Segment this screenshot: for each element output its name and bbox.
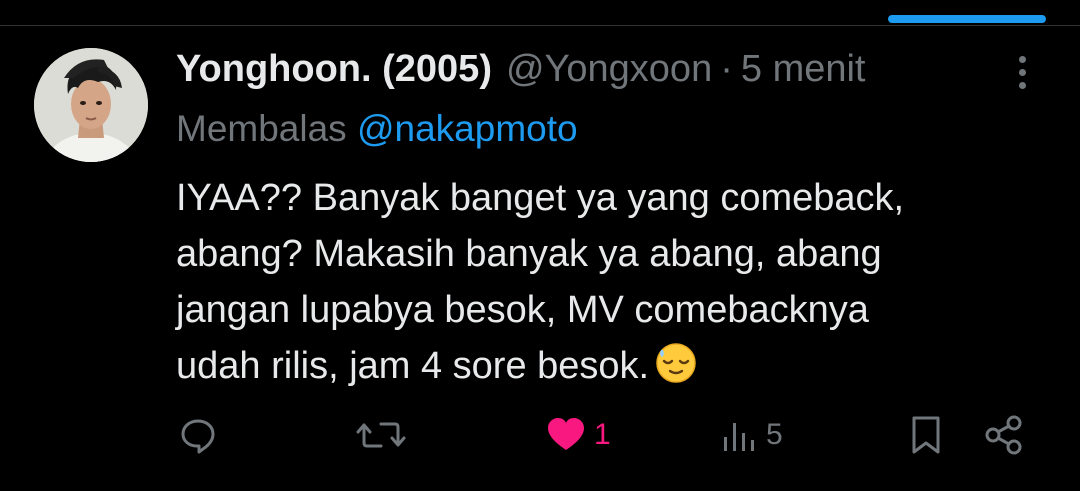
tweet-body: IYAA?? Banyak banget ya yang comeback, a… [176, 170, 1036, 394]
user-handle[interactable]: @Yongxoon [506, 44, 712, 94]
display-name[interactable]: Yonghoon. (2005) [176, 44, 492, 94]
top-divider [0, 25, 1080, 26]
heart-icon [544, 413, 588, 457]
timestamp[interactable]: 5 menit [741, 44, 866, 94]
views-icon [720, 413, 760, 457]
views-count: 5 [766, 418, 783, 451]
share-icon [982, 413, 1026, 457]
retweet-button[interactable] [354, 408, 414, 462]
tweet-screen: Yonghoon. (2005) @Yongxoon · 5 menit Mem… [0, 0, 1080, 491]
more-icon[interactable] [1008, 52, 1038, 92]
action-bar: 1 5 [0, 408, 1080, 462]
views-button[interactable]: 5 [720, 408, 783, 462]
tweet-header: Yonghoon. (2005) @Yongxoon · 5 menit [176, 44, 866, 94]
avatar[interactable] [34, 48, 148, 162]
bookmark-button[interactable] [904, 408, 948, 462]
reply-mention-link[interactable]: @nakapmoto [357, 108, 578, 149]
retweet-icon [354, 413, 408, 457]
reply-prefix: Membalas [176, 108, 347, 149]
tweet-text: IYAA?? Banyak banget ya yang comeback, a… [176, 177, 905, 387]
reply-button[interactable] [176, 408, 226, 462]
like-count: 1 [594, 418, 611, 451]
share-button[interactable] [982, 408, 1026, 462]
like-button[interactable]: 1 [544, 408, 611, 462]
separator-dot: · [720, 48, 733, 90]
replying-to: Membalas @nakapmoto [176, 105, 578, 153]
bookmark-icon [904, 413, 948, 457]
relieved-face-emoji [655, 342, 697, 384]
scroll-indicator [888, 15, 1046, 23]
reply-icon [176, 413, 220, 457]
